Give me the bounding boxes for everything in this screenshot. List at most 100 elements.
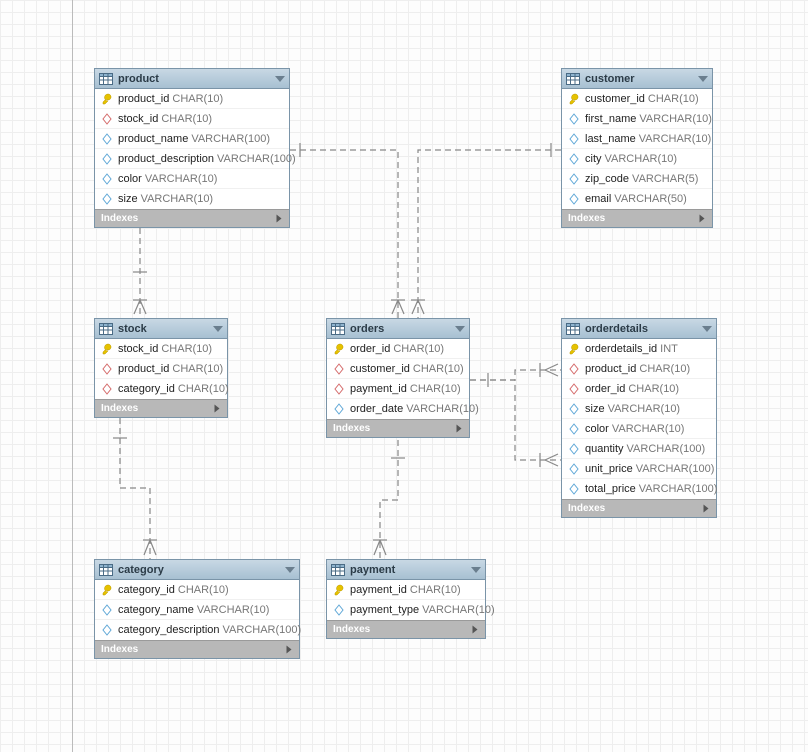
column-type: CHAR(10) <box>178 383 229 395</box>
table-name: product <box>118 73 275 85</box>
column-row[interactable]: customer_idCHAR(10) <box>562 89 712 109</box>
column-icon <box>101 133 113 145</box>
column-name: category_id <box>118 584 175 596</box>
column-icon <box>568 483 580 495</box>
column-name: orderdetails_id <box>585 343 657 355</box>
entity-table-stock[interactable]: stockstock_idCHAR(10)product_idCHAR(10)c… <box>94 318 228 418</box>
expand-arrow-icon[interactable] <box>215 405 220 413</box>
column-row[interactable]: orderdetails_idINT <box>562 339 716 359</box>
column-row[interactable]: product_idCHAR(10) <box>95 89 289 109</box>
expand-arrow-icon[interactable] <box>277 215 282 223</box>
column-name: order_id <box>350 343 390 355</box>
column-type: CHAR(10) <box>628 383 679 395</box>
column-name: city <box>585 153 602 165</box>
column-row[interactable]: stock_idCHAR(10) <box>95 339 227 359</box>
table-icon <box>99 73 113 85</box>
entity-table-product[interactable]: product product_idCHAR(10)stock_idCHAR(10… <box>94 68 290 228</box>
collapse-arrow-icon[interactable] <box>698 76 708 82</box>
table-icon <box>99 564 113 576</box>
column-name: product_description <box>118 153 214 165</box>
column-icon <box>568 153 580 165</box>
expand-arrow-icon[interactable] <box>704 505 709 513</box>
column-name: stock_id <box>118 113 158 125</box>
column-type: VARCHAR(10) <box>612 423 685 435</box>
expand-arrow-icon[interactable] <box>287 646 292 654</box>
table-header[interactable]: stock <box>95 319 227 339</box>
column-name: last_name <box>585 133 636 145</box>
collapse-arrow-icon[interactable] <box>702 326 712 332</box>
column-name: color <box>585 423 609 435</box>
indexes-footer[interactable]: Indexes <box>95 209 289 227</box>
entity-table-orderdetails[interactable]: orderdetailsorderdetails_idINTproduct_id… <box>561 318 717 518</box>
column-icon <box>101 193 113 205</box>
column-type: CHAR(10) <box>413 363 464 375</box>
column-row[interactable]: product_idCHAR(10) <box>95 359 227 379</box>
collapse-arrow-icon[interactable] <box>285 567 295 573</box>
column-row[interactable]: zip_codeVARCHAR(5) <box>562 169 712 189</box>
column-row[interactable]: order_dateVARCHAR(10) <box>327 399 469 419</box>
column-type: CHAR(10) <box>410 383 461 395</box>
column-type: VARCHAR(50) <box>614 193 687 205</box>
column-row[interactable]: category_idCHAR(10) <box>95 379 227 399</box>
column-row[interactable]: category_descriptionVARCHAR(100) <box>95 620 299 640</box>
indexes-label: Indexes <box>101 403 138 414</box>
table-header[interactable]: payment <box>327 560 485 580</box>
column-row[interactable]: product_idCHAR(10) <box>562 359 716 379</box>
table-header[interactable]: orders <box>327 319 469 339</box>
column-row[interactable]: payment_idCHAR(10) <box>327 580 485 600</box>
indexes-footer[interactable]: Indexes <box>327 620 485 638</box>
column-type: VARCHAR(10) <box>406 403 479 415</box>
table-header[interactable]: category <box>95 560 299 580</box>
column-row[interactable]: order_idCHAR(10) <box>562 379 716 399</box>
column-row[interactable]: total_priceVARCHAR(100) <box>562 479 716 499</box>
table-header[interactable]: orderdetails <box>562 319 716 339</box>
column-row[interactable]: cityVARCHAR(10) <box>562 149 712 169</box>
collapse-arrow-icon[interactable] <box>213 326 223 332</box>
column-row[interactable]: first_nameVARCHAR(10) <box>562 109 712 129</box>
indexes-footer[interactable]: Indexes <box>562 209 712 227</box>
diagram-canvas[interactable]: productproduct_idCHAR(10)stock_idCHAR(10… <box>0 0 808 752</box>
column-row[interactable]: category_idCHAR(10) <box>95 580 299 600</box>
column-row[interactable]: order_idCHAR(10) <box>327 339 469 359</box>
column-row[interactable]: payment_idCHAR(10) <box>327 379 469 399</box>
collapse-arrow-icon[interactable] <box>275 76 285 82</box>
entity-table-payment[interactable]: paymentpayment_idCHAR(10)payment_typeVAR… <box>326 559 486 639</box>
collapse-arrow-icon[interactable] <box>455 326 465 332</box>
expand-arrow-icon[interactable] <box>700 215 705 223</box>
indexes-footer[interactable]: Indexes <box>95 399 227 417</box>
column-name: payment_type <box>350 604 419 616</box>
column-row[interactable]: last_nameVARCHAR(10) <box>562 129 712 149</box>
indexes-footer[interactable]: Indexes <box>562 499 716 517</box>
entity-table-category[interactable]: category category_idCHAR(10)category_name… <box>94 559 300 659</box>
column-row[interactable]: stock_idCHAR(10) <box>95 109 289 129</box>
column-name: category_description <box>118 624 220 636</box>
column-row[interactable]: product_descriptionVARCHAR(100) <box>95 149 289 169</box>
indexes-label: Indexes <box>568 503 605 514</box>
entity-table-customer[interactable]: customercustomer_idCHAR(10)first_nameVAR… <box>561 68 713 228</box>
entity-table-orders[interactable]: ordersorder_idCHAR(10)customer_idCHAR(10… <box>326 318 470 438</box>
column-row[interactable]: quantityVARCHAR(100) <box>562 439 716 459</box>
column-row[interactable]: payment_typeVARCHAR(10) <box>327 600 485 620</box>
column-row[interactable]: colorVARCHAR(10) <box>95 169 289 189</box>
column-icon <box>333 403 345 415</box>
table-header[interactable]: product <box>95 69 289 89</box>
indexes-footer[interactable]: Indexes <box>95 640 299 658</box>
expand-arrow-icon[interactable] <box>473 626 478 634</box>
column-row[interactable]: sizeVARCHAR(10) <box>95 189 289 209</box>
column-row[interactable]: unit_priceVARCHAR(100) <box>562 459 716 479</box>
column-name: order_date <box>350 403 403 415</box>
column-row[interactable]: colorVARCHAR(10) <box>562 419 716 439</box>
table-header[interactable]: customer <box>562 69 712 89</box>
expand-arrow-icon[interactable] <box>457 425 462 433</box>
column-row[interactable]: category_nameVARCHAR(10) <box>95 600 299 620</box>
collapse-arrow-icon[interactable] <box>471 567 481 573</box>
table-icon <box>566 323 580 335</box>
table-name: category <box>118 564 285 576</box>
column-row[interactable]: customer_idCHAR(10) <box>327 359 469 379</box>
column-row[interactable]: product_nameVARCHAR(100) <box>95 129 289 149</box>
column-name: size <box>585 403 605 415</box>
indexes-footer[interactable]: Indexes <box>327 419 469 437</box>
column-row[interactable]: sizeVARCHAR(10) <box>562 399 716 419</box>
column-row[interactable]: emailVARCHAR(50) <box>562 189 712 209</box>
column-name: product_name <box>118 133 188 145</box>
